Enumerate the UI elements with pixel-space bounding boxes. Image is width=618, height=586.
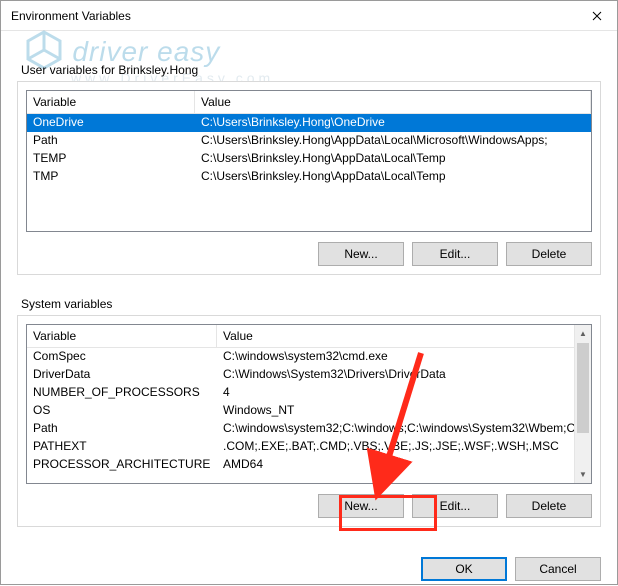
close-button[interactable] — [577, 1, 617, 31]
sys-scrollbar[interactable]: ▲ ▼ — [574, 325, 591, 483]
cell-value: C:\Users\Brinksley.Hong\AppData\Local\Te… — [195, 150, 591, 168]
scroll-thumb[interactable] — [577, 343, 589, 433]
window-title: Environment Variables — [11, 9, 577, 23]
cell-variable: Path — [27, 420, 217, 438]
table-row[interactable]: PATHEXT.COM;.EXE;.BAT;.CMD;.VBS;.VBE;.JS… — [27, 438, 574, 456]
cell-variable: NUMBER_OF_PROCESSORS — [27, 384, 217, 402]
user-vars-list[interactable]: Variable Value OneDriveC:\Users\Brinksle… — [26, 90, 592, 232]
sys-button-row: New... Edit... Delete — [26, 494, 592, 518]
cell-variable: Path — [27, 132, 195, 150]
cell-value: C:\windows\system32\cmd.exe — [217, 348, 574, 366]
table-row[interactable]: ComSpecC:\windows\system32\cmd.exe — [27, 348, 574, 366]
table-row[interactable]: OSWindows_NT — [27, 402, 574, 420]
cell-variable: TMP — [27, 168, 195, 186]
table-row[interactable]: PathC:\Users\Brinksley.Hong\AppData\Loca… — [27, 132, 591, 150]
cell-variable: OneDrive — [27, 114, 195, 132]
table-row[interactable]: TMPC:\Users\Brinksley.Hong\AppData\Local… — [27, 168, 591, 186]
sys-vars-list[interactable]: Variable Value ComSpecC:\windows\system3… — [26, 324, 592, 484]
sys-col-variable[interactable]: Variable — [27, 325, 217, 347]
cell-variable: TEMP — [27, 150, 195, 168]
cell-value: AMD64 — [217, 456, 574, 474]
table-row[interactable]: NUMBER_OF_PROCESSORS4 — [27, 384, 574, 402]
user-delete-button[interactable]: Delete — [506, 242, 592, 266]
cell-value: C:\Users\Brinksley.Hong\AppData\Local\Te… — [195, 168, 591, 186]
user-list-header[interactable]: Variable Value — [27, 91, 591, 114]
cell-value: C:\Users\Brinksley.Hong\OneDrive — [195, 114, 591, 132]
dialog-content: User variables for Brinksley.Hong Variab… — [1, 31, 617, 543]
table-row[interactable]: DriverDataC:\Windows\System32\Drivers\Dr… — [27, 366, 574, 384]
close-icon — [592, 11, 602, 21]
sys-list-header[interactable]: Variable Value — [27, 325, 591, 348]
cell-value: C:\Windows\System32\Drivers\DriverData — [217, 366, 574, 384]
cell-value: C:\windows\system32;C:\windows;C:\window… — [217, 420, 574, 438]
scroll-down-arrow-icon[interactable]: ▼ — [575, 466, 591, 483]
user-col-value[interactable]: Value — [195, 91, 591, 113]
table-row[interactable]: TEMPC:\Users\Brinksley.Hong\AppData\Loca… — [27, 150, 591, 168]
cell-variable: OS — [27, 402, 217, 420]
cell-variable: PROCESSOR_ARCHITECTURE — [27, 456, 217, 474]
user-button-row: New... Edit... Delete — [26, 242, 592, 266]
table-row[interactable]: PathC:\windows\system32;C:\windows;C:\wi… — [27, 420, 574, 438]
user-edit-button[interactable]: Edit... — [412, 242, 498, 266]
sys-col-value[interactable]: Value — [217, 325, 591, 347]
sys-vars-label: System variables — [21, 297, 601, 311]
cell-variable: PATHEXT — [27, 438, 217, 456]
user-vars-label: User variables for Brinksley.Hong — [21, 63, 601, 77]
cell-value: .COM;.EXE;.BAT;.CMD;.VBS;.VBE;.JS;.JSE;.… — [217, 438, 574, 456]
ok-button[interactable]: OK — [421, 557, 507, 581]
user-vars-group: Variable Value OneDriveC:\Users\Brinksle… — [17, 81, 601, 275]
dialog-button-row: OK Cancel — [1, 543, 617, 581]
table-row[interactable]: PROCESSOR_ARCHITECTUREAMD64 — [27, 456, 574, 474]
table-row[interactable]: OneDriveC:\Users\Brinksley.Hong\OneDrive — [27, 114, 591, 132]
sys-new-button[interactable]: New... — [318, 494, 404, 518]
sys-delete-button[interactable]: Delete — [506, 494, 592, 518]
user-col-variable[interactable]: Variable — [27, 91, 195, 113]
cell-value: 4 — [217, 384, 574, 402]
cell-value: C:\Users\Brinksley.Hong\AppData\Local\Mi… — [195, 132, 591, 150]
scroll-up-arrow-icon[interactable]: ▲ — [575, 325, 591, 342]
sys-vars-group: Variable Value ComSpecC:\windows\system3… — [17, 315, 601, 527]
user-new-button[interactable]: New... — [318, 242, 404, 266]
cell-value: Windows_NT — [217, 402, 574, 420]
sys-edit-button[interactable]: Edit... — [412, 494, 498, 518]
cell-variable: ComSpec — [27, 348, 217, 366]
titlebar: Environment Variables — [1, 1, 617, 31]
cancel-button[interactable]: Cancel — [515, 557, 601, 581]
cell-variable: DriverData — [27, 366, 217, 384]
